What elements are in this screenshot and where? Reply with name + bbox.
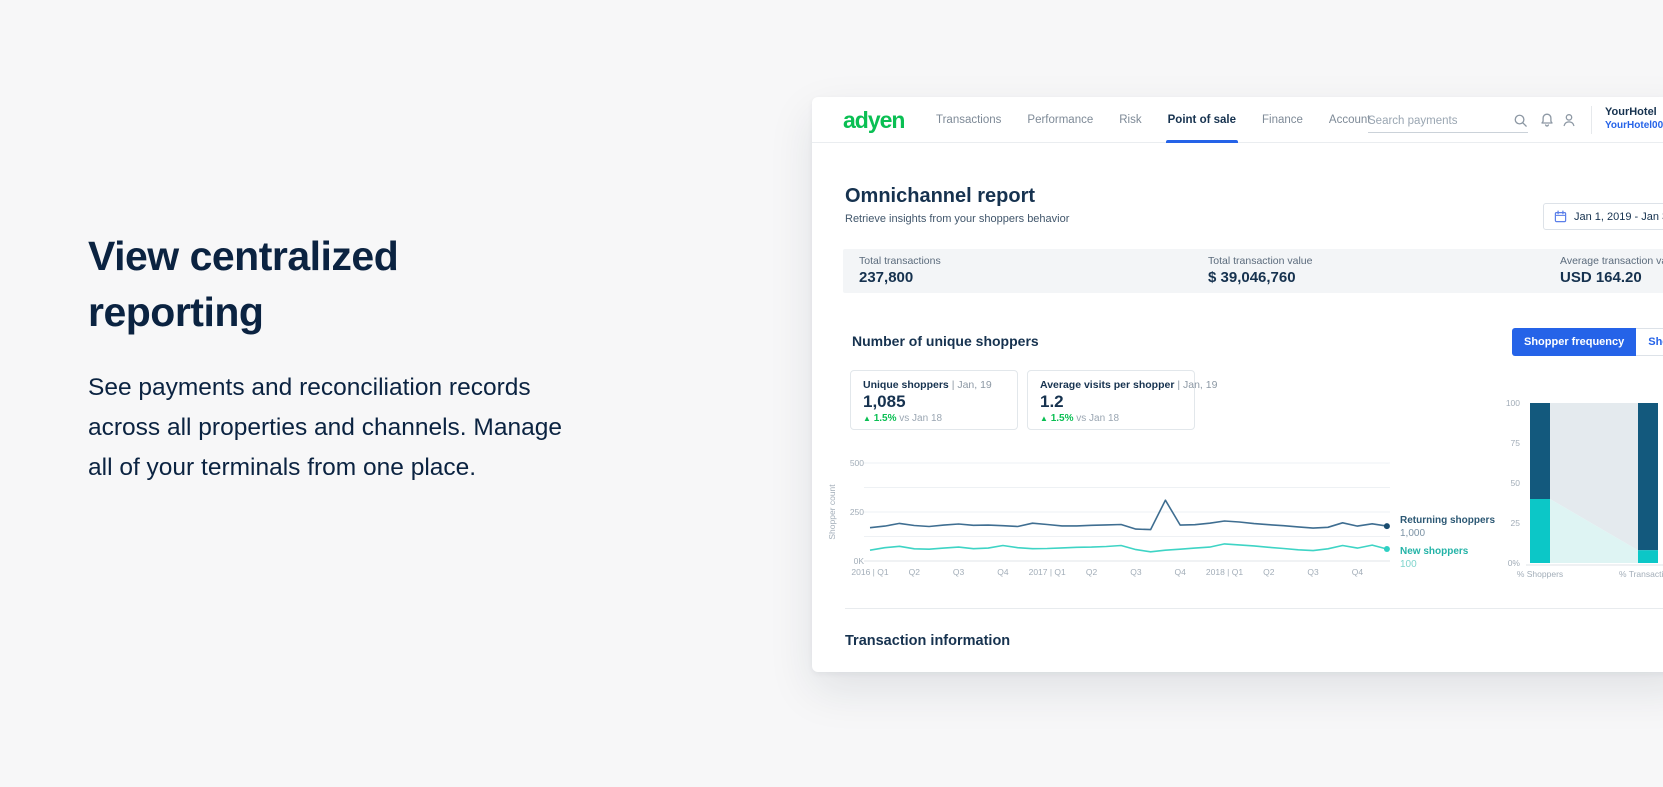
metric-delta: ▲ 1.5% vs Jan 18	[863, 413, 943, 424]
metric-delta: ▲ 1.5% vs Jan 18	[1040, 413, 1120, 424]
nav-performance[interactable]: Performance	[1027, 97, 1093, 143]
svg-text:Q4: Q4	[1175, 567, 1187, 577]
report-subtitle: Retrieve insights from your shoppers beh…	[845, 213, 1070, 225]
account-name: YourHotel	[1605, 106, 1657, 118]
summary-stats-band: Total transactions 237,800 Total transac…	[843, 249, 1663, 293]
metric-value: 1.2	[1040, 392, 1064, 411]
svg-text:25: 25	[1511, 518, 1521, 528]
svg-text:2017 | Q1: 2017 | Q1	[1029, 567, 1066, 577]
shopper-count-line-chart: 500 250 0K2016 | Q1 Q2 Q3 Q4 2017 | Q1 Q2 Q3 Q4 20…	[828, 458, 1390, 577]
svg-text:2016 | Q1: 2016 | Q1	[851, 567, 888, 577]
svg-text:Q2: Q2	[1086, 567, 1098, 577]
svg-text:Q3: Q3	[1130, 567, 1142, 577]
svg-text:250: 250	[850, 507, 864, 517]
svg-text:Q2: Q2	[909, 567, 921, 577]
section-divider	[845, 608, 1663, 609]
legend-returning-shoppers: Returning shoppers 1,000	[1400, 515, 1496, 539]
svg-text:% Shoppers: % Shoppers	[1517, 569, 1563, 579]
hero-text: View centralized reporting See payments …	[88, 228, 578, 488]
up-arrow-icon: ▲	[863, 414, 871, 423]
svg-text:Shopper count: Shopper count	[828, 484, 837, 540]
account-id: YourHotel0001	[1605, 120, 1663, 132]
svg-text:Q4: Q4	[1352, 567, 1364, 577]
calendar-icon	[1554, 210, 1567, 223]
header-divider	[1591, 106, 1592, 134]
svg-text:Q3: Q3	[953, 567, 965, 577]
metric-card-unique-shoppers: Unique shoppers | Jan, 19 1,085 ▲ 1.5% v…	[850, 370, 1018, 430]
svg-text:50: 50	[1511, 478, 1521, 488]
main-nav: Transactions Performance Risk Point of s…	[936, 97, 1370, 143]
legend-new-shoppers: New shoppers 100	[1400, 546, 1469, 570]
up-arrow-icon: ▲	[1040, 414, 1048, 423]
search-input[interactable]: Search payments	[1368, 109, 1528, 133]
account-switcher[interactable]: YourHotel YourHotel0001	[1605, 105, 1663, 132]
search-placeholder: Search payments	[1368, 114, 1458, 127]
nav-point-of-sale[interactable]: Point of sale	[1165, 97, 1239, 143]
svg-text:100: 100	[1506, 398, 1520, 408]
chart-toggle: Shopper frequency Shopping behavior	[1512, 328, 1663, 356]
shoppers-transactions-bar-chart: 100 75 50 25 0%% Shoppers % Transactions	[1506, 398, 1663, 579]
user-icon[interactable]	[1561, 112, 1577, 128]
bell-icon[interactable]	[1539, 112, 1555, 128]
svg-text:Q2: Q2	[1263, 567, 1275, 577]
date-range-value: Jan 1, 2019 - Jan 31, 2019	[1574, 210, 1663, 223]
stat-average-transaction-value: Average transaction value USD 164.20	[1560, 255, 1663, 286]
transaction-information-title: Transaction information	[845, 633, 1011, 649]
nav-account[interactable]: Account	[1329, 97, 1371, 143]
toggle-shopper-frequency[interactable]: Shopper frequency	[1512, 328, 1637, 356]
adyen-logo: adyen	[843, 107, 905, 133]
stat-total-transaction-value: Total transaction value $ 39,046,760	[1208, 255, 1313, 286]
date-range-picker[interactable]: Jan 1, 2019 - Jan 31, 2019	[1543, 203, 1663, 230]
report-title: Omnichannel report	[845, 185, 1036, 207]
stat-total-transactions: Total transactions 237,800	[859, 255, 941, 286]
chart-legend: Returning shoppers 1,000 New shoppers 10…	[1400, 515, 1495, 577]
svg-text:2018 | Q1: 2018 | Q1	[1206, 567, 1243, 577]
svg-text:0K: 0K	[854, 556, 865, 566]
svg-text:Q4: Q4	[997, 567, 1009, 577]
hero-description: See payments and reconciliation records …	[88, 374, 562, 481]
svg-text:% Transactions: % Transactions	[1619, 569, 1663, 579]
metric-card-average-visits: Average visits per shopper | Jan, 19 1.2…	[1027, 370, 1217, 430]
svg-text:Q3: Q3	[1307, 567, 1319, 577]
dashboard-panel: adyen Transactions Performance Risk Poin…	[812, 97, 1663, 672]
nav-risk[interactable]: Risk	[1119, 97, 1141, 143]
section-title: Number of unique shoppers	[852, 333, 1039, 349]
toggle-shopping-behavior[interactable]: Shopping behavior	[1636, 328, 1663, 356]
svg-text:500: 500	[850, 458, 864, 468]
search-icon[interactable]	[1513, 113, 1528, 128]
metric-value: 1,085	[863, 392, 906, 411]
nav-transactions[interactable]: Transactions	[936, 97, 1001, 143]
page-title: View centralized reporting	[88, 233, 399, 335]
top-nav-bar: adyen Transactions Performance Risk Poin…	[812, 97, 1663, 143]
nav-finance[interactable]: Finance	[1262, 97, 1303, 143]
svg-text:0%: 0%	[1508, 558, 1521, 568]
svg-text:75: 75	[1511, 438, 1521, 448]
